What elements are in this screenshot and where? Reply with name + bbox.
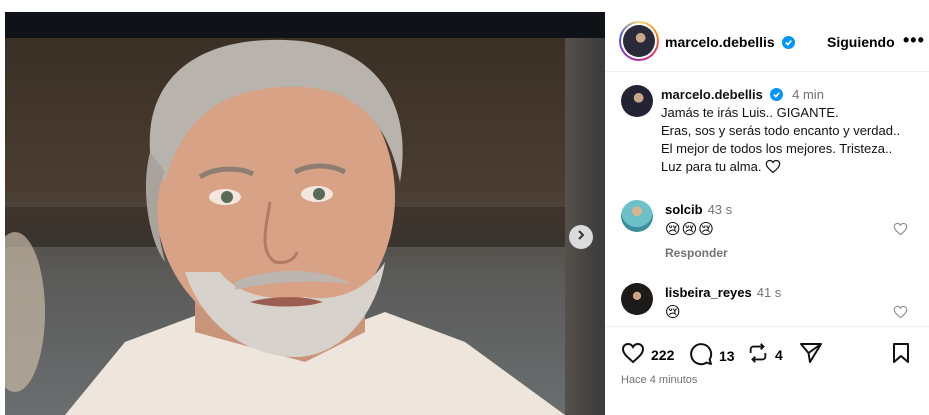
comment-text: 😢 [665, 304, 682, 321]
comment-like-button[interactable] [893, 305, 908, 324]
comment-time: 43 s [707, 202, 733, 217]
caption-avatar[interactable] [621, 85, 653, 117]
caption-time[interactable]: 4 min [792, 87, 824, 102]
comment-bubble-icon [689, 342, 719, 369]
post-side-panel: marcelo.debellis Siguiendo ••• marcelo.d… [605, 12, 929, 415]
man-portrait [5, 39, 565, 415]
likes-count: 222 [651, 346, 675, 363]
actions-divider [605, 326, 929, 327]
commenter-username[interactable]: solcib [665, 202, 703, 217]
commenter-username[interactable]: lisbeira_reyes [665, 285, 752, 300]
share-button[interactable] [799, 342, 829, 367]
commenter-avatar[interactable] [621, 283, 653, 315]
author-username[interactable]: marcelo.debellis [665, 34, 795, 50]
caption-line: Eras, sos y serás todo encanto y verdad.… [661, 123, 901, 138]
author-avatar[interactable] [619, 21, 659, 61]
like-button[interactable]: 222 [621, 342, 674, 367]
next-photo-button[interactable] [569, 225, 593, 249]
verified-badge-icon [781, 36, 795, 49]
more-options-icon[interactable]: ••• [903, 30, 925, 51]
comment-button[interactable]: 13 [689, 342, 735, 369]
caption-username[interactable]: marcelo.debellis [661, 87, 763, 102]
verified-badge-icon [769, 88, 783, 101]
caption-line: Luz para tu alma. [661, 159, 762, 174]
heart-outline-icon [893, 222, 908, 240]
reposts-count: 4 [775, 346, 783, 363]
reply-button[interactable]: Responder [665, 246, 728, 260]
comment-item: solcib 43 s 😢😢😢 Responder [621, 200, 921, 270]
post-photo[interactable] [5, 12, 605, 415]
post-caption: marcelo.debellis 4 min Jamás te irás Lui… [661, 86, 921, 179]
caption-line: El mejor de todos los mejores. Tristeza.… [661, 141, 893, 156]
post-header: marcelo.debellis Siguiendo ••• [605, 12, 929, 72]
comment-like-button[interactable] [893, 222, 908, 241]
save-button[interactable] [891, 342, 917, 367]
instagram-post-view: marcelo.debellis Siguiendo ••• marcelo.d… [0, 0, 929, 415]
heart-outline-icon [765, 159, 781, 179]
send-paper-plane-icon [799, 342, 829, 367]
comment-text: 😢😢😢 [665, 221, 715, 238]
following-button[interactable]: Siguiendo [827, 34, 895, 50]
author-username-text[interactable]: marcelo.debellis [665, 34, 775, 50]
chevron-right-icon [575, 228, 587, 246]
comment-item: lisbeira_reyes 41 s 😢 [621, 283, 921, 323]
commenter-avatar[interactable] [621, 200, 653, 232]
heart-outline-icon [893, 305, 908, 323]
post-actions-bar: 222 13 4 [621, 342, 921, 366]
comments-count: 13 [719, 347, 735, 364]
heart-outline-icon [621, 342, 651, 367]
post-timestamp[interactable]: Hace 4 minutos [621, 374, 697, 386]
bookmark-icon [891, 342, 917, 367]
repost-button[interactable]: 4 [747, 342, 783, 367]
repost-icon [747, 342, 775, 367]
comment-time: 41 s [756, 285, 782, 300]
caption-line: Jamás te irás Luis.. GIGANTE. [661, 105, 839, 120]
